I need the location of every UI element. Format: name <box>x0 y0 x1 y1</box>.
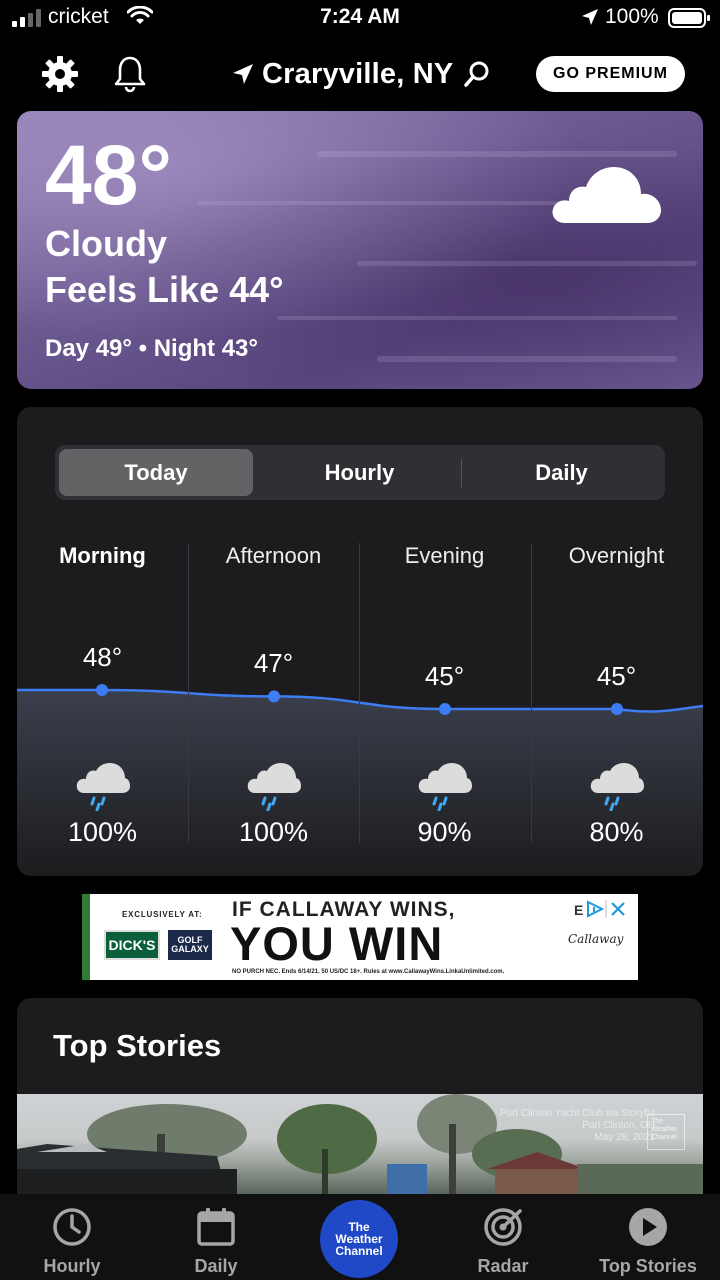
period-forecast: Morning Afternoon Evening Overnight 48° … <box>17 537 703 876</box>
period-label-afternoon[interactable]: Afternoon <box>188 543 359 569</box>
status-bar: cricket 7:24 AM 100% <box>0 0 720 36</box>
trend-point <box>268 690 280 703</box>
battery-icon <box>668 8 710 28</box>
current-conditions-card[interactable]: 48° Cloudy Feels Like 44° Day 49° • Nigh… <box>17 111 703 389</box>
period-precip-morning: 100% <box>67 817 138 847</box>
weather-channel-button[interactable]: The Weather Channel <box>320 1200 398 1278</box>
rain-cloud-icon <box>76 763 130 811</box>
search-icon[interactable] <box>463 60 491 88</box>
tab-today[interactable]: Today <box>59 449 253 496</box>
period-temp-morning: 48° <box>82 642 123 672</box>
forecast-tabs: Today Hourly Daily <box>55 445 665 500</box>
ad-banner[interactable]: EXCLUSIVELY AT: DICK'S GOLF GALAXY IF CA… <box>82 894 638 980</box>
twc-watermark: The Weather Channel <box>647 1114 685 1150</box>
ad-exclusive-text: EXCLUSIVELY AT: <box>122 910 203 919</box>
period-label-overnight[interactable]: Overnight <box>531 543 702 569</box>
nav-daily[interactable]: Daily <box>144 1194 288 1280</box>
cloud-icon <box>552 167 661 223</box>
clock-icon <box>53 1208 91 1246</box>
svg-text:E: E <box>574 902 583 918</box>
rain-cloud-icon <box>247 763 301 811</box>
nav-label: Radar <box>477 1256 529 1276</box>
period-temp-afternoon: 47° <box>253 648 294 679</box>
feels-like: Feels Like 44° <box>45 269 284 310</box>
nav-label: Daily <box>194 1256 238 1276</box>
nav-label: Hourly <box>43 1256 101 1276</box>
gear-icon[interactable] <box>40 54 80 94</box>
location-services-icon <box>582 9 598 25</box>
day-night-temps: Day 49° • Night 43° <box>45 335 258 362</box>
current-condition: Cloudy <box>45 223 167 264</box>
rain-cloud-icon <box>590 763 644 811</box>
period-precip-afternoon: 100% <box>238 817 309 847</box>
location-arrow-icon <box>233 64 253 84</box>
trend-point <box>96 684 108 696</box>
tab-daily[interactable]: Daily <box>462 449 661 496</box>
ad-store-logo-2: GOLF GALAXY <box>168 930 212 960</box>
top-stories-title: Top Stories <box>53 1028 222 1063</box>
top-bar: Craryville, NY GO PREMIUM <box>0 46 720 102</box>
top-stories-card: Top Stories Port Clinton Yacht Club via … <box>17 998 703 1194</box>
period-temp-overnight: 45° <box>596 661 637 691</box>
ad-store-logo: DICK'S <box>104 930 160 960</box>
story-caption: Port Clinton Yacht Club via Storyful Por… <box>499 1108 655 1143</box>
nav-label: Top Stories <box>599 1256 697 1276</box>
ad-big-text: YOU WIN <box>230 917 444 970</box>
rain-cloud-icon <box>418 763 472 811</box>
location-selector[interactable]: Craryville, NY <box>230 55 491 93</box>
story-video-thumbnail[interactable]: Port Clinton Yacht Club via Storyful Por… <box>17 1094 703 1194</box>
forecast-card: Today Hourly Daily Morning Afternoon Eve… <box>17 407 703 876</box>
bell-icon[interactable] <box>110 54 150 94</box>
period-precip-evening: 90% <box>417 817 472 847</box>
period-label-morning[interactable]: Morning <box>17 543 188 569</box>
nav-hourly[interactable]: Hourly <box>0 1194 144 1280</box>
location-name: Craryville, NY <box>262 57 454 90</box>
radar-icon <box>484 1208 522 1246</box>
battery-percent: 100% <box>605 5 659 28</box>
period-label-evening[interactable]: Evening <box>359 543 530 569</box>
trend-point <box>611 703 623 715</box>
period-temp-evening: 45° <box>424 661 465 691</box>
play-icon <box>629 1208 667 1246</box>
go-premium-button[interactable]: GO PREMIUM <box>536 56 685 92</box>
ad-choices-icon[interactable]: E <box>572 898 632 920</box>
current-temperature: 48° <box>45 128 173 222</box>
trend-point <box>439 703 451 715</box>
nav-top-stories[interactable]: Top Stories <box>576 1194 720 1280</box>
calendar-icon <box>197 1208 235 1246</box>
bottom-nav: Hourly Daily The Weather Channel Radar T… <box>0 1194 720 1280</box>
ad-brand: Callaway <box>568 932 624 946</box>
tab-hourly[interactable]: Hourly <box>258 449 461 496</box>
ad-fine-print: NO PURCH NEC. Ends 6/14/21. 50 US/DC 18+… <box>232 969 505 975</box>
period-precip-overnight: 80% <box>589 817 644 847</box>
nav-radar[interactable]: Radar <box>431 1194 575 1280</box>
